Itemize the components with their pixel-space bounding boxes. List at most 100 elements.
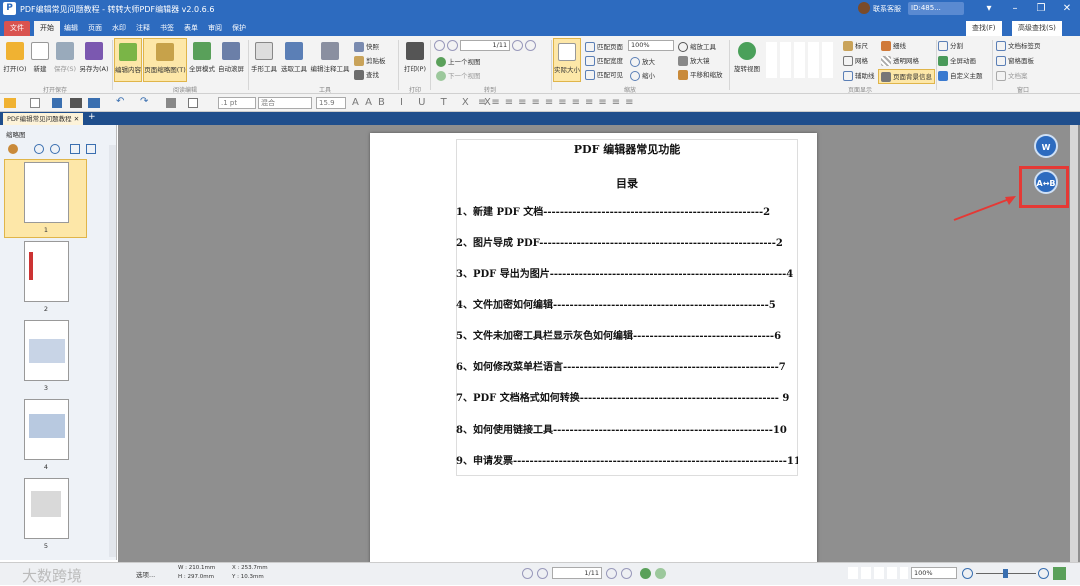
new-button[interactable]: 新建 (30, 42, 50, 73)
toc-entry[interactable]: 5、文件未加密工具栏显示灰色如何编辑----------------------… (456, 330, 798, 344)
page-number-input[interactable]: 1/11 (460, 40, 511, 51)
toc-entry[interactable]: 7、PDF 文档格式如何转换--------------------------… (456, 392, 798, 406)
open-folder-icon[interactable] (4, 98, 16, 108)
tab-page[interactable]: 页面 (82, 21, 108, 36)
font-size-select[interactable]: 15.9 (316, 97, 346, 109)
fit-visible-button[interactable]: 匹配可见 (585, 69, 623, 80)
zoom-slider-thumb[interactable] (1003, 569, 1008, 578)
zoom-out-button[interactable]: 缩小 (630, 70, 655, 81)
zoom-out-thumb-icon[interactable] (50, 144, 60, 154)
select-text-button[interactable]: 选取工具 (280, 42, 308, 73)
edit-content-button[interactable]: 编辑内容 (114, 38, 142, 82)
save-button[interactable]: 保存(S) (52, 42, 78, 73)
thumbnail-page-3[interactable] (24, 320, 69, 381)
prev-page-icon[interactable] (537, 568, 548, 579)
blend-mode-select[interactable]: 混合 (258, 97, 312, 109)
close-icon[interactable]: ✕ (1054, 0, 1080, 18)
next-view-button[interactable]: 下一个视图 (436, 70, 481, 81)
select-option[interactable]: 选项... (136, 569, 155, 579)
snapshot-button[interactable]: 快照 (354, 41, 379, 52)
status-page-input[interactable]: 1/11 (552, 567, 602, 579)
print-small-icon[interactable] (70, 98, 82, 108)
save-as-button[interactable]: 另存为(A) (78, 42, 110, 73)
tab-start[interactable]: 开始 (34, 21, 60, 36)
zoom-out-icon[interactable] (962, 568, 973, 579)
zoom-tool-button[interactable]: 缩放工具 (678, 41, 716, 52)
tab-bookmark[interactable]: 书签 (154, 21, 180, 36)
file-list-button[interactable]: 文档案 (996, 70, 1028, 81)
ruler-button[interactable]: 标尺 (843, 40, 868, 51)
page-thumbnails-button[interactable]: 页面缩略图(T) (143, 38, 187, 82)
save-small-icon[interactable] (52, 98, 62, 108)
open-button[interactable]: 打开(O) (2, 42, 28, 73)
fullscreen-button[interactable]: 全屏模式 (189, 42, 215, 73)
prev-page-icon[interactable] (447, 40, 459, 51)
grid-button[interactable]: 网格 (843, 55, 868, 66)
pan-zoom-button[interactable]: 平移和缩放 (678, 69, 723, 80)
first-page-icon[interactable] (434, 40, 445, 51)
first-page-icon[interactable] (522, 568, 533, 579)
thumbnail-page-5[interactable] (24, 478, 69, 539)
thumbnail-page-1[interactable] (24, 162, 69, 223)
last-page-icon[interactable] (525, 40, 537, 51)
auto-scroll-button[interactable]: 自动滚屏 (217, 42, 245, 73)
toc-entry[interactable]: 8、如何使用链接工具------------------------------… (456, 424, 798, 438)
tab-watermark[interactable]: 水印 (106, 21, 132, 36)
toc-entry[interactable]: 3、PDF 导出为图片-----------------------------… (456, 268, 798, 282)
last-page-icon[interactable] (621, 568, 632, 579)
fullscreen-anim-button[interactable]: 全屏动画 (938, 55, 976, 66)
transparent-grid-button[interactable]: 透明网格 (881, 55, 919, 66)
support-link[interactable]: 联系客服 (873, 4, 901, 14)
find-tool-button[interactable]: 查找 (354, 69, 379, 80)
minimize-icon[interactable]: – (1002, 0, 1028, 18)
tab-form[interactable]: 表单 (178, 21, 204, 36)
page-bg-button[interactable]: 页面背景信息 (878, 69, 935, 84)
line-width-select[interactable]: .1 pt (218, 97, 256, 109)
guides-button[interactable]: 辅助线 (843, 70, 875, 81)
fit-page-button[interactable]: 匹配页面 (585, 41, 623, 52)
doc-tab-button[interactable]: 文档标签页 (996, 40, 1041, 51)
scanner-icon[interactable] (88, 98, 100, 108)
menu-dropdown-icon[interactable]: ▾ (976, 0, 1002, 18)
canvas-scrollbar[interactable] (1070, 125, 1078, 562)
status-zoom-select[interactable]: 100% (911, 567, 957, 579)
forward-icon[interactable] (655, 568, 666, 579)
replace-thumb-icon[interactable] (86, 144, 96, 154)
rotate-thumb-icon[interactable] (70, 144, 80, 154)
settings-icon[interactable] (8, 144, 18, 154)
toc-entry[interactable]: 9、申请发票----------------------------------… (456, 455, 798, 469)
next-page-icon[interactable] (606, 568, 617, 579)
zoom-in-thumb-icon[interactable] (34, 144, 44, 154)
window-panel-button[interactable]: 窗格面板 (996, 55, 1034, 66)
stroke-color-icon[interactable] (188, 98, 198, 108)
hand-tool-button[interactable]: 手形工具 (250, 42, 278, 73)
tab-edit[interactable]: 编辑 (58, 21, 84, 36)
restore-icon[interactable]: ❐ (1028, 0, 1054, 18)
close-tab-icon[interactable]: ✕ (74, 115, 79, 123)
tab-annotation[interactable]: 注释 (130, 21, 156, 36)
new-doc-icon[interactable] (30, 98, 40, 108)
thin-line-button[interactable]: 细线 (881, 40, 906, 51)
toc-entry[interactable]: 4、文件加密如何编辑------------------------------… (456, 299, 798, 313)
tab-file[interactable]: 文件 (4, 21, 30, 36)
tab-review[interactable]: 审阅 (202, 21, 228, 36)
layout-mode-icons[interactable] (848, 567, 908, 579)
user-id-badge[interactable]: ID:485... (908, 2, 964, 15)
alignment-buttons[interactable]: ≡≡≡≡≡≡≡≡≡≡≡≡ (478, 97, 639, 108)
next-page-icon[interactable] (512, 40, 524, 51)
clipboard-button[interactable]: 剪贴板 (354, 55, 386, 66)
word-convert-button[interactable]: W (1034, 134, 1058, 158)
tab-document[interactable]: PDF编辑常见问题教程 ✕ (3, 113, 84, 125)
toc-entry[interactable]: 2、图片导成 PDF------------------------------… (456, 237, 798, 251)
zoom-select[interactable]: 100% (628, 40, 674, 51)
find-button[interactable]: 查找(F) (966, 21, 1002, 36)
split-button[interactable]: 分割 (938, 40, 963, 51)
zoom-in-button[interactable]: 放大 (630, 56, 655, 67)
edit-annotation-button[interactable]: 编辑注释工具 (310, 42, 350, 73)
fill-color-icon[interactable] (166, 98, 176, 108)
magnifier-button[interactable]: 放大镜 (678, 55, 710, 66)
prev-view-button[interactable]: 上一个视图 (436, 56, 481, 67)
page-layout-icons[interactable] (766, 42, 836, 78)
text-format-buttons[interactable]: AAB I U T X X (352, 97, 497, 108)
back-icon[interactable] (640, 568, 651, 579)
